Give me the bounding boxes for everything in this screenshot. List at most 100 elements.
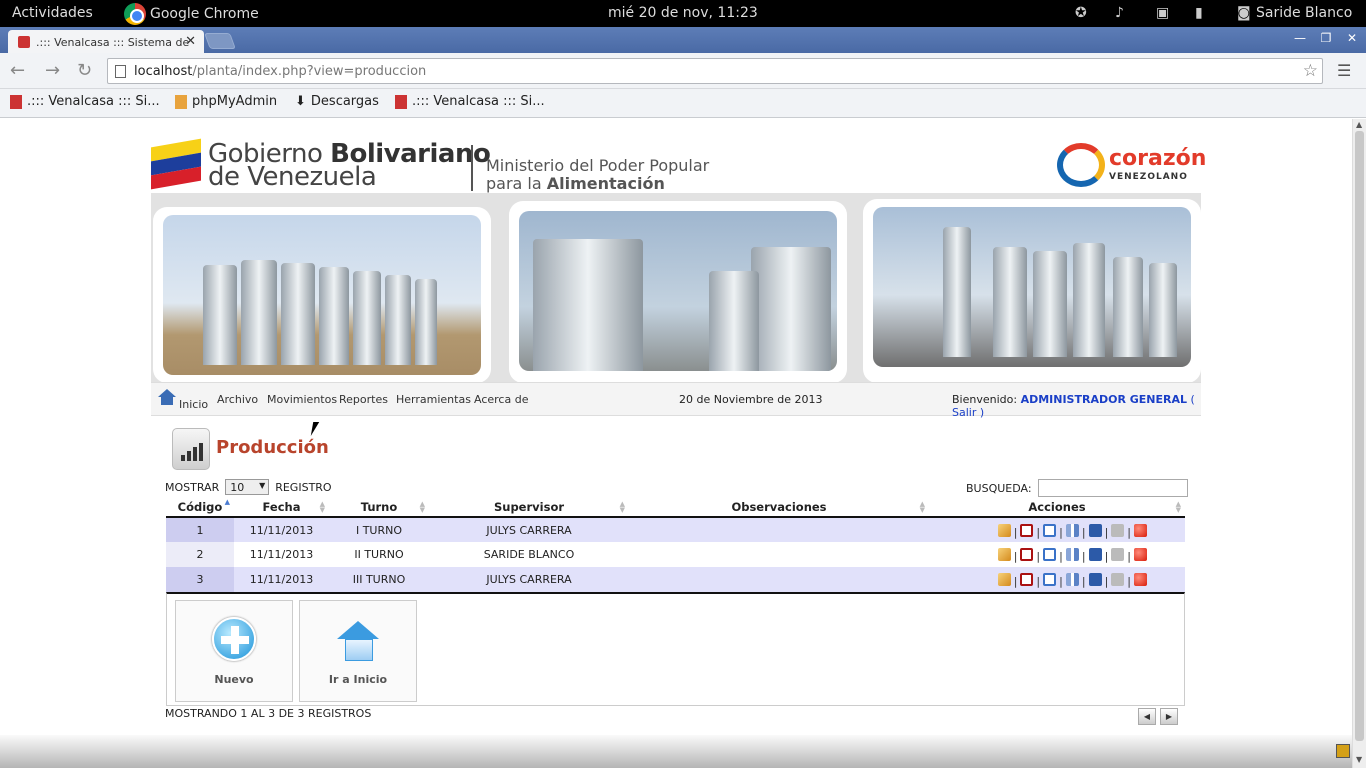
column-header-fecha[interactable]: Fecha ▲ ▼: [234, 497, 329, 518]
table-row[interactable]: 1 11/11/2013 I TURNO JULYS CARRERA | | |…: [166, 517, 1185, 542]
cell-codigo: 3: [166, 567, 234, 592]
app-name: Google Chrome: [150, 6, 259, 22]
chrome-menu-icon[interactable]: ☰: [1337, 61, 1351, 80]
bookmark-descargas[interactable]: ⬇ Descargas: [295, 94, 379, 109]
download-icon: ⬇: [295, 94, 306, 109]
battery-icon[interactable]: ▮: [1195, 5, 1203, 21]
reload-icon[interactable]: ↻: [77, 60, 92, 81]
delete-icon[interactable]: [1020, 523, 1034, 537]
search-control: BUSQUEDA:: [966, 479, 1188, 497]
cell-turno: I TURNO: [329, 517, 429, 542]
book-icon[interactable]: [1088, 523, 1102, 537]
nav-archivo[interactable]: Archivo: [217, 393, 258, 406]
edit-icon[interactable]: [997, 548, 1011, 561]
scroll-down-icon[interactable]: ▼: [1356, 755, 1362, 764]
grid-icon[interactable]: [1043, 573, 1057, 586]
home-icon[interactable]: [158, 389, 176, 405]
book-icon[interactable]: [1088, 573, 1102, 586]
search-input[interactable]: [1037, 479, 1188, 497]
cell-codigo: 2: [166, 542, 234, 567]
page-length-control: MOSTRAR 10 REGISTRO: [165, 479, 332, 495]
page-length-select[interactable]: 10: [225, 479, 270, 495]
stop-icon[interactable]: [1134, 523, 1147, 537]
grid-icon[interactable]: [1043, 548, 1057, 561]
bookmark-venalcasa-1[interactable]: .::: Venalcasa ::: Si...: [10, 94, 160, 109]
column-header-supervisor[interactable]: Supervisor ▲ ▼: [429, 497, 629, 518]
nav-inicio[interactable]: Inicio: [179, 398, 208, 411]
table-row[interactable]: 3 11/11/2013 III TURNO JULYS CARRERA | |…: [166, 567, 1185, 592]
nav-reportes[interactable]: Reportes: [339, 393, 388, 406]
cell-observaciones: [629, 542, 929, 567]
cell-fecha: 11/11/2013: [234, 517, 329, 542]
address-bar[interactable]: localhost/planta/index.php?view=producci…: [107, 58, 1323, 84]
logo-separator: [471, 145, 473, 191]
records-info: MOSTRANDO 1 AL 3 DE 3 REGISTROS: [165, 707, 372, 720]
previous-page-button[interactable]: ◀: [1138, 708, 1156, 725]
stop-icon[interactable]: [1134, 573, 1147, 586]
home-icon: [337, 621, 379, 661]
accessibility-icon[interactable]: ✪: [1075, 5, 1087, 21]
bookmark-venalcasa-2[interactable]: .::: Venalcasa ::: Si...: [395, 94, 545, 109]
close-tab-icon[interactable]: ✕: [185, 34, 196, 49]
column-header-codigo[interactable]: Código ▲: [166, 497, 234, 518]
cell-acciones: | | | | | |: [929, 542, 1185, 567]
network-icon[interactable]: ▣: [1156, 5, 1169, 21]
column-header-observaciones[interactable]: Observaciones ▲ ▼: [629, 497, 929, 518]
gob-logo-text: Gobierno Bolivariano de Venezuela: [208, 139, 491, 192]
table-row[interactable]: 2 11/11/2013 II TURNO SARIDE BLANCO | | …: [166, 542, 1185, 567]
maximize-icon[interactable]: ❐: [1316, 31, 1336, 47]
nav-herramientas[interactable]: Herramientas: [396, 393, 471, 406]
page-icon: [115, 65, 126, 78]
grid-icon[interactable]: [1043, 523, 1057, 537]
print-icon[interactable]: [1111, 548, 1125, 561]
silo-photo-2: [509, 201, 847, 383]
go-home-button[interactable]: Ir a Inicio: [299, 600, 417, 702]
close-window-icon[interactable]: ✕: [1342, 31, 1362, 47]
minimize-icon[interactable]: —: [1290, 31, 1310, 47]
column-header-turno[interactable]: Turno ▲ ▼: [329, 497, 429, 518]
activities-button[interactable]: Actividades: [12, 5, 93, 21]
delete-icon[interactable]: [1020, 548, 1034, 561]
back-icon[interactable]: ←: [10, 60, 25, 81]
browser-tab[interactable]: .::: Venalcasa ::: Sistema de ✕: [8, 30, 204, 53]
tab-strip: .::: Venalcasa ::: Sistema de ✕ — ❐ ✕: [0, 27, 1366, 53]
new-tab-button[interactable]: [204, 33, 236, 49]
print-icon[interactable]: [1111, 573, 1125, 586]
user-menu[interactable]: Saride Blanco: [1256, 5, 1352, 21]
logout-link[interactable]: Salir: [952, 406, 976, 419]
delete-icon[interactable]: [1020, 573, 1034, 586]
forward-icon[interactable]: →: [45, 60, 60, 81]
app-menu[interactable]: Google Chrome: [124, 2, 259, 26]
scroll-thumb[interactable]: [1355, 131, 1364, 741]
bookmark-phpmyadmin[interactable]: phpMyAdmin: [175, 94, 277, 109]
welcome-text: Bienvenido: ADMINISTRADOR GENERAL ( Sali…: [952, 393, 1195, 419]
stop-icon[interactable]: [1134, 548, 1147, 561]
edit-icon[interactable]: [997, 523, 1011, 537]
page-scrollbar[interactable]: ▲ ▼: [1352, 119, 1366, 768]
cell-supervisor: JULYS CARRERA: [429, 567, 629, 592]
print-icon[interactable]: [1111, 523, 1125, 537]
silo-photo-1: [153, 207, 491, 383]
bookmark-star-icon[interactable]: ☆: [1303, 61, 1318, 81]
next-page-button[interactable]: ▶: [1160, 708, 1178, 725]
notification-tray-icon[interactable]: [1336, 744, 1350, 758]
chart-icon[interactable]: [1065, 548, 1079, 561]
nav-acerca-de[interactable]: Acerca de: [474, 393, 528, 406]
edit-icon[interactable]: [997, 573, 1011, 586]
scroll-up-icon[interactable]: ▲: [1356, 120, 1362, 129]
nav-movimientos[interactable]: Movimientos: [267, 393, 337, 406]
current-date: 20 de Noviembre de 2013: [679, 393, 823, 406]
book-icon[interactable]: [1088, 548, 1102, 561]
production-chart-icon: [172, 428, 210, 470]
new-button[interactable]: Nuevo: [175, 600, 293, 702]
silo-photos: [151, 193, 1201, 383]
clock[interactable]: mié 20 de nov, 11:23: [608, 5, 758, 21]
chart-icon[interactable]: [1065, 573, 1079, 586]
chart-icon[interactable]: [1065, 523, 1079, 537]
volume-icon[interactable]: ♪: [1115, 5, 1124, 21]
silo-photo-3: [863, 199, 1201, 383]
column-header-acciones[interactable]: Acciones ▲ ▼: [929, 497, 1185, 518]
os-top-bar: Actividades Google Chrome mié 20 de nov,…: [0, 0, 1366, 27]
favicon-icon: [18, 36, 30, 48]
cell-turno: II TURNO: [329, 542, 429, 567]
